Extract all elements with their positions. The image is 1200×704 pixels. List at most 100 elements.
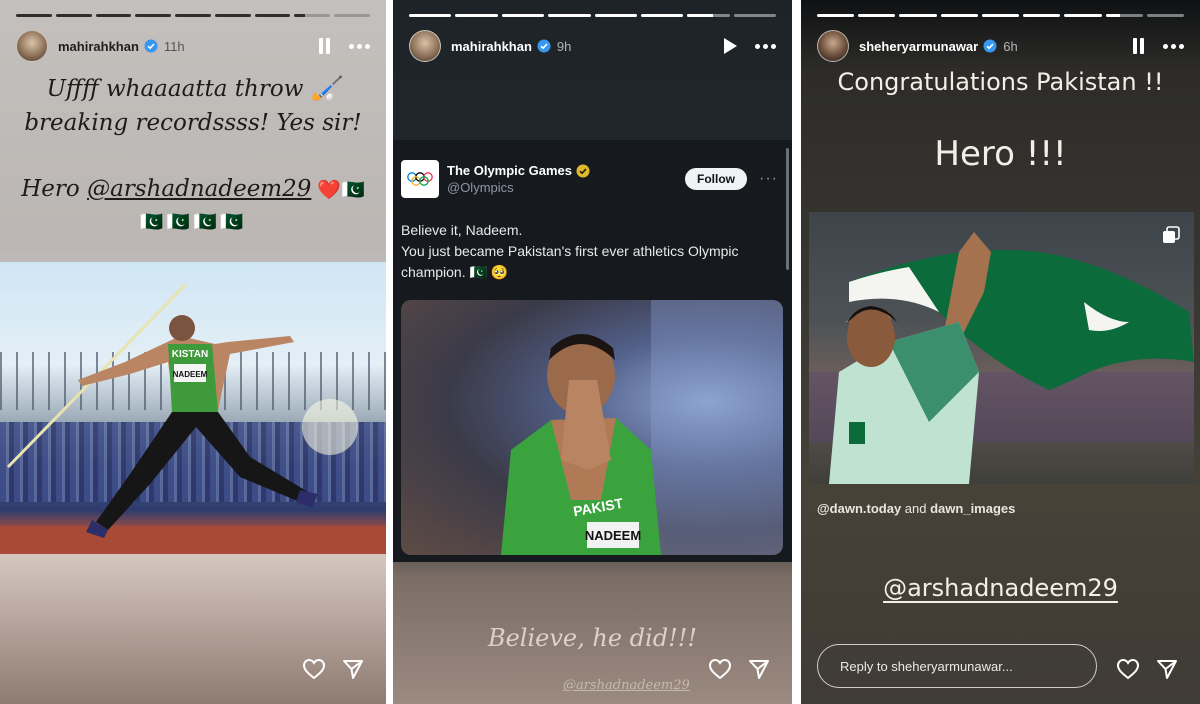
story-progress-fill [455,14,498,17]
username[interactable]: mahirahkhan [58,39,139,54]
follow-button[interactable]: Follow [685,168,748,190]
story-card-2[interactable]: mahirahkhan 9h The Olympic Games @Olympi… [393,0,792,704]
tweet-text-line-1: Believe it, Nadeem. [401,222,523,238]
shared-tweet-card[interactable]: The Olympic Games @Olympics Follow ··· B… [393,140,792,562]
reply-input[interactable]: Reply to sheheryarmunawar... [817,644,1097,688]
story-caption: Believe, he did!!! [487,624,698,652]
story-progress-segment [175,14,211,17]
tweet-text-line-2: You just became Pakistan's first ever at… [401,243,739,280]
story-card-1[interactable]: mahirahkhan 11h Uffff whaaaatta throw 🏑 … [0,0,386,704]
story-footer [708,658,770,680]
athlete-praying-photo: NADEEM PAKIST [501,300,783,555]
share-send-icon[interactable] [342,658,364,680]
avatar[interactable] [16,30,48,62]
tweet-more-icon[interactable]: ··· [759,170,778,188]
story-progress-segment [135,14,172,17]
story-progress-fill [1064,14,1102,17]
story-progress-fill [135,14,172,17]
story-hero-text: Hero !!! [934,134,1067,174]
story-progress-segment [501,14,545,17]
story-progress-segment [817,14,855,17]
story-text-line-2: breaking recordssss! Yes sir! [24,110,362,136]
avatar[interactable] [409,30,441,62]
mention-sticker[interactable]: @arshadnadeem29 [87,176,311,202]
mention-sticker[interactable]: @arshadnadeem29 [883,574,1118,602]
username[interactable]: sheheryarmunawar [859,39,978,54]
more-options-icon[interactable] [349,43,370,49]
story-progress-segment [594,14,637,17]
story-progress-fill [175,14,211,17]
post-time: 6h [1003,38,1018,54]
story-progress-segment [334,14,371,17]
story-progress-segment [687,14,730,17]
username[interactable]: mahirahkhan [451,39,532,54]
olympic-rings-logo [401,160,439,198]
story-progress-bar [409,14,776,17]
story-progress-segment [214,14,251,17]
story-progress-segment [858,14,896,17]
more-options-icon[interactable] [755,43,776,49]
story-progress-fill [55,14,92,17]
story-progress-fill [817,14,855,17]
story-progress-segment [899,14,937,17]
story-footer [1116,658,1178,680]
tweet-scrollbar[interactable] [786,148,789,270]
story-progress-segment [1023,14,1061,17]
story-header: mahirahkhan 11h [16,30,370,62]
share-send-icon[interactable] [748,658,770,680]
jersey-text: KISTAN [172,349,208,360]
story-progress-segment [1146,14,1184,17]
gold-verified-icon [576,164,590,177]
tweet-author-name[interactable]: The Olympic Games [447,163,572,178]
story-progress-segment [1064,14,1102,17]
tweet-header: The Olympic Games @Olympics Follow ··· [401,160,778,198]
story-progress-fill [687,14,713,17]
story-progress-fill [1023,14,1061,17]
credit-link-dawn-today[interactable]: @dawn.today [817,501,901,516]
pause-icon[interactable] [317,38,331,54]
hero-line: Hero @arshadnadeem29 ❤️🇵🇰 [0,172,386,207]
avatar[interactable] [817,30,849,62]
pause-icon[interactable] [1131,38,1145,54]
story-progress-segment [940,14,978,17]
bib-text: NADEEM [173,370,208,379]
story-progress-fill [640,14,684,17]
like-heart-icon[interactable] [302,658,326,680]
tweet-text: Believe it, Nadeem. You just became Paki… [401,220,778,283]
flags-row: 🇵🇰🇵🇰🇵🇰🇵🇰 [139,212,247,233]
stories-viewer: mahirahkhan 11h Uffff whaaaatta throw 🏑 … [0,0,1200,704]
mention-sticker[interactable]: @arshadnadeem29 [563,678,690,693]
like-heart-icon[interactable] [1116,658,1140,680]
play-icon[interactable] [724,38,737,54]
story-progress-bar [817,14,1184,17]
story-progress-fill [294,14,306,17]
story-title: Congratulations Pakistan !! [837,68,1164,96]
hero-emoji: ❤️🇵🇰 [311,179,365,201]
story-progress-segment [95,14,132,17]
tweet-author-handle[interactable]: @Olympics [447,180,590,195]
story-progress-segment [455,14,498,17]
mention-sticker-wrap: @arshadnadeem29 [801,574,1200,602]
story-header: mahirahkhan 9h [409,30,776,62]
story-progress-segment [1105,14,1143,17]
verified-badge-icon [537,39,551,53]
athlete-with-flag [809,232,1194,484]
story-progress-fill [858,14,896,17]
story-progress-segment [16,14,52,17]
flag-celebration-photo [809,212,1194,484]
photo-credit: @dawn.today and dawn_images [817,501,1015,516]
share-send-icon[interactable] [1156,658,1178,680]
story-progress-segment [548,14,591,17]
story-progress-fill [409,14,452,17]
story-progress-fill [594,14,637,17]
credit-and: and [901,501,931,516]
bib-text: NADEEM [585,528,641,543]
more-options-icon[interactable] [1163,43,1184,49]
story-progress-fill [254,14,291,17]
story-progress-fill [501,14,545,17]
story-progress-segment [294,14,331,17]
like-heart-icon[interactable] [708,658,732,680]
story-card-3[interactable]: sheheryarmunawar 6h Congratulations Paki… [801,0,1200,704]
hero-prefix: Hero [21,176,88,202]
credit-link-dawn-images[interactable]: dawn_images [930,501,1015,516]
